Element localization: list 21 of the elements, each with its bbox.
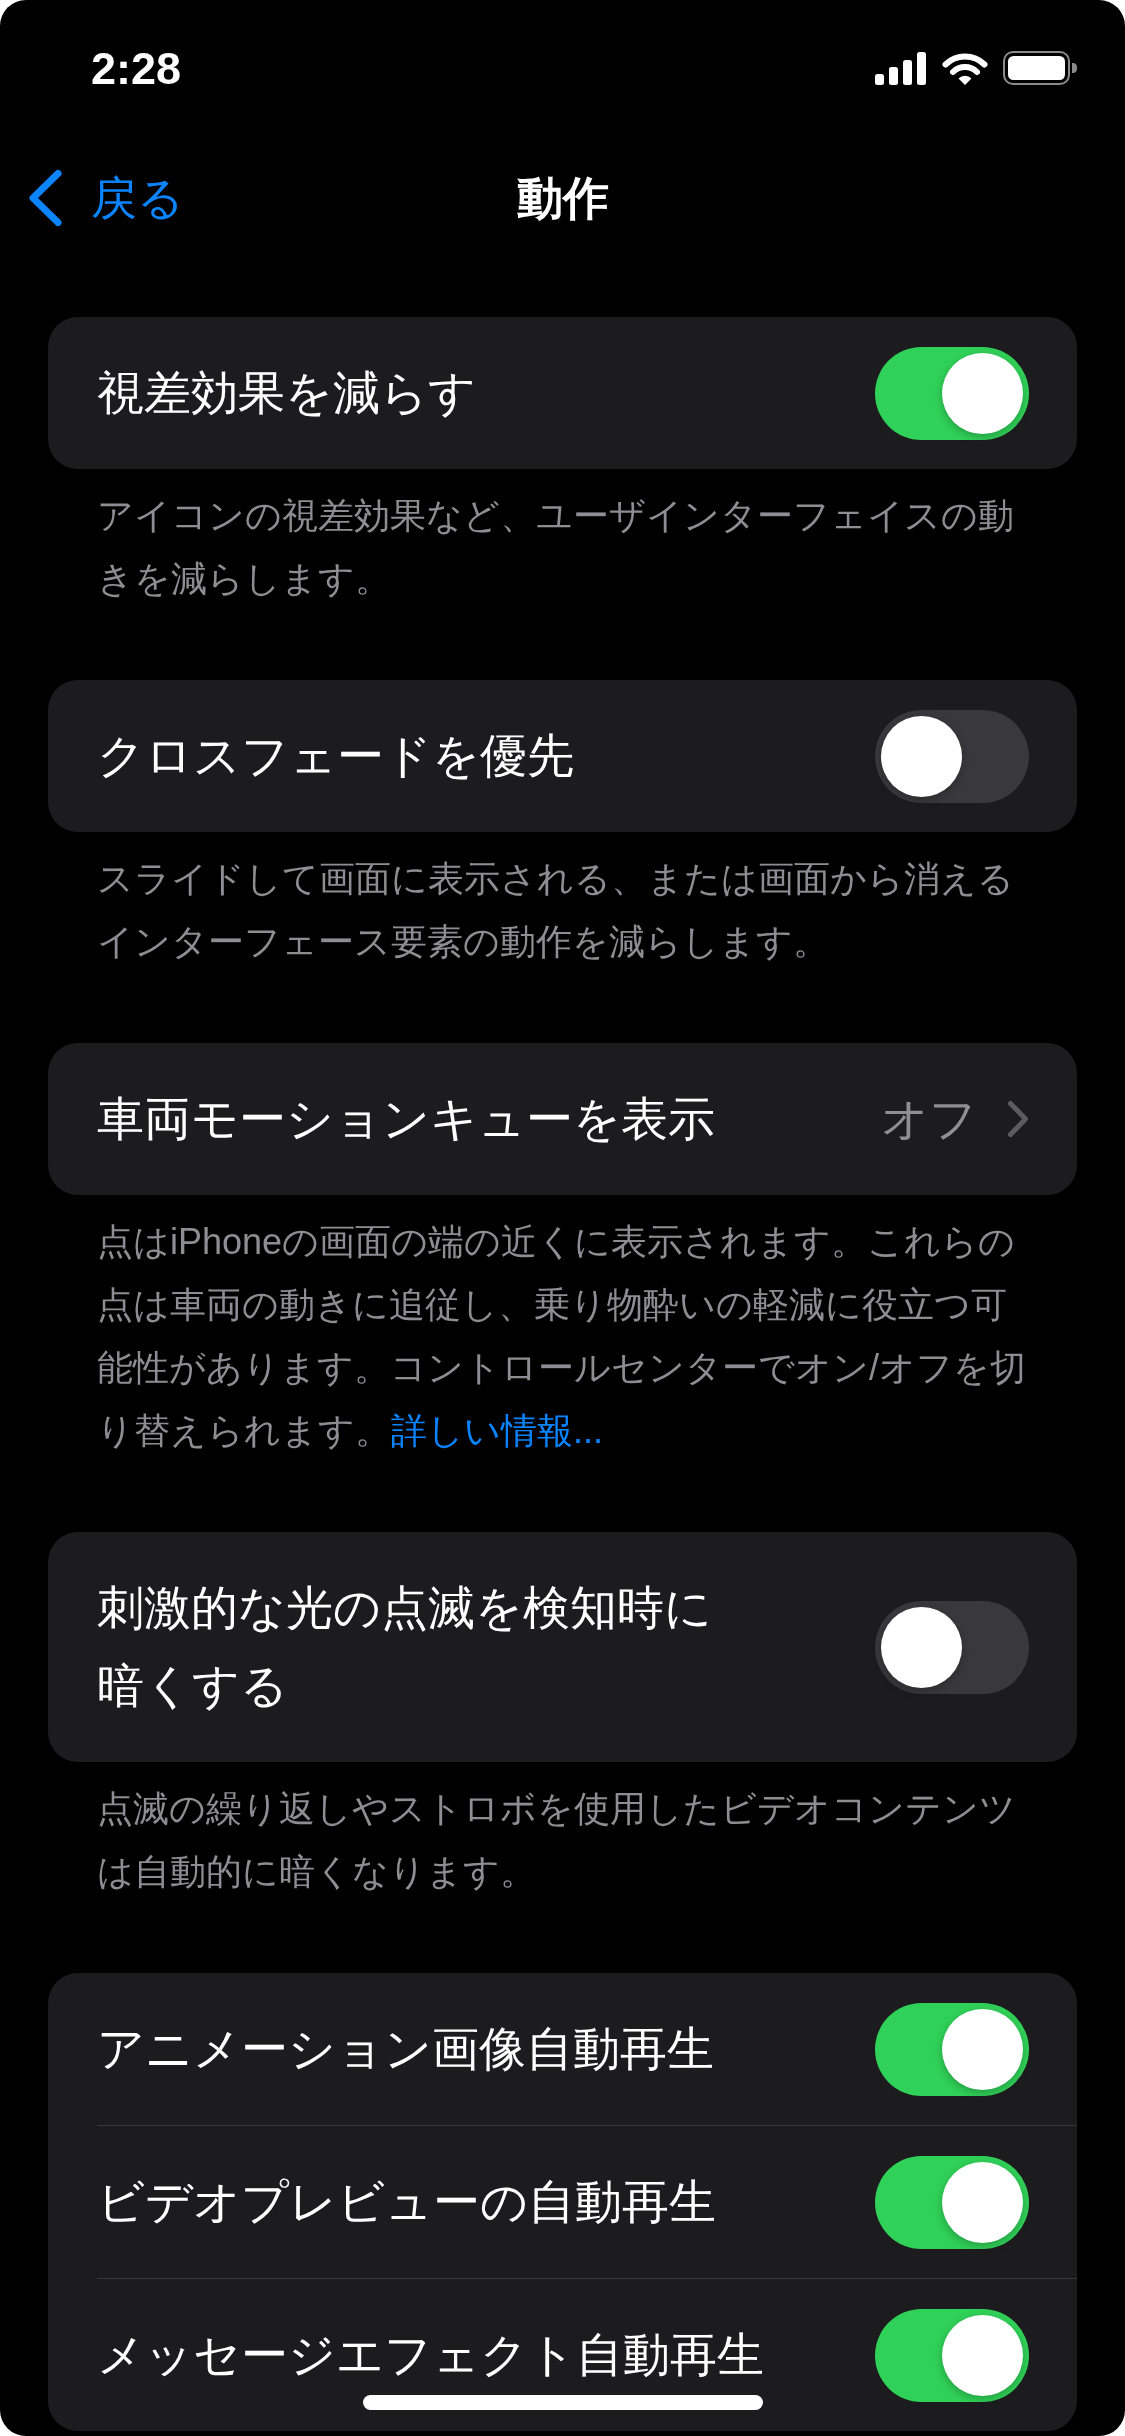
footer-text: スライドして画面に表示される、または画面から消えるインターフェース要素の動作を減らします。	[96, 857, 1015, 964]
footer-text: 点はiPhoneの画面の端の近くに表示されます。これらの点は車両の動きに追従し、乗り物酔いの軽減に役立つ可能性があります。コントロールセンターでオン/オフを切り替えられます。詳しい情報...	[96, 1220, 1027, 1453]
setting-label: 刺激的な光の点滅を検知時に暗くする	[97, 1581, 712, 1712]
chevron-right-icon	[1007, 1100, 1029, 1138]
battery-icon	[1003, 51, 1079, 85]
setting-value: オフ	[881, 1091, 977, 1147]
wifi-icon	[942, 51, 988, 85]
chevron-left-icon	[27, 169, 63, 227]
back-button[interactable]: 戻る	[27, 169, 184, 227]
footer-text: アイコンの視差効果など、ユーザインターフェイスの動きを減らします。	[96, 494, 1015, 601]
setting-label: ビデオプレビューの自動再生	[97, 2175, 716, 2228]
signal-icon	[875, 51, 927, 85]
setting-label: 視差効果を減らす	[97, 366, 476, 419]
setting-label: アニメーション画像自動再生	[97, 2022, 714, 2075]
more-info-link[interactable]: 詳しい情報...	[391, 1410, 603, 1451]
status-time: 2:28	[91, 45, 182, 91]
setting-label: クロスフェードを優先	[97, 729, 574, 782]
nav-title: 動作	[516, 175, 609, 221]
footer-text: 点滅の繰り返しやストロボを使用したビデオコンテンツは自動的に暗くなります。	[96, 1787, 1017, 1894]
setting-label: 車両モーションキューを表示	[97, 1092, 715, 1145]
setting-label: メッセージエフェクト自動再生	[97, 2328, 764, 2381]
